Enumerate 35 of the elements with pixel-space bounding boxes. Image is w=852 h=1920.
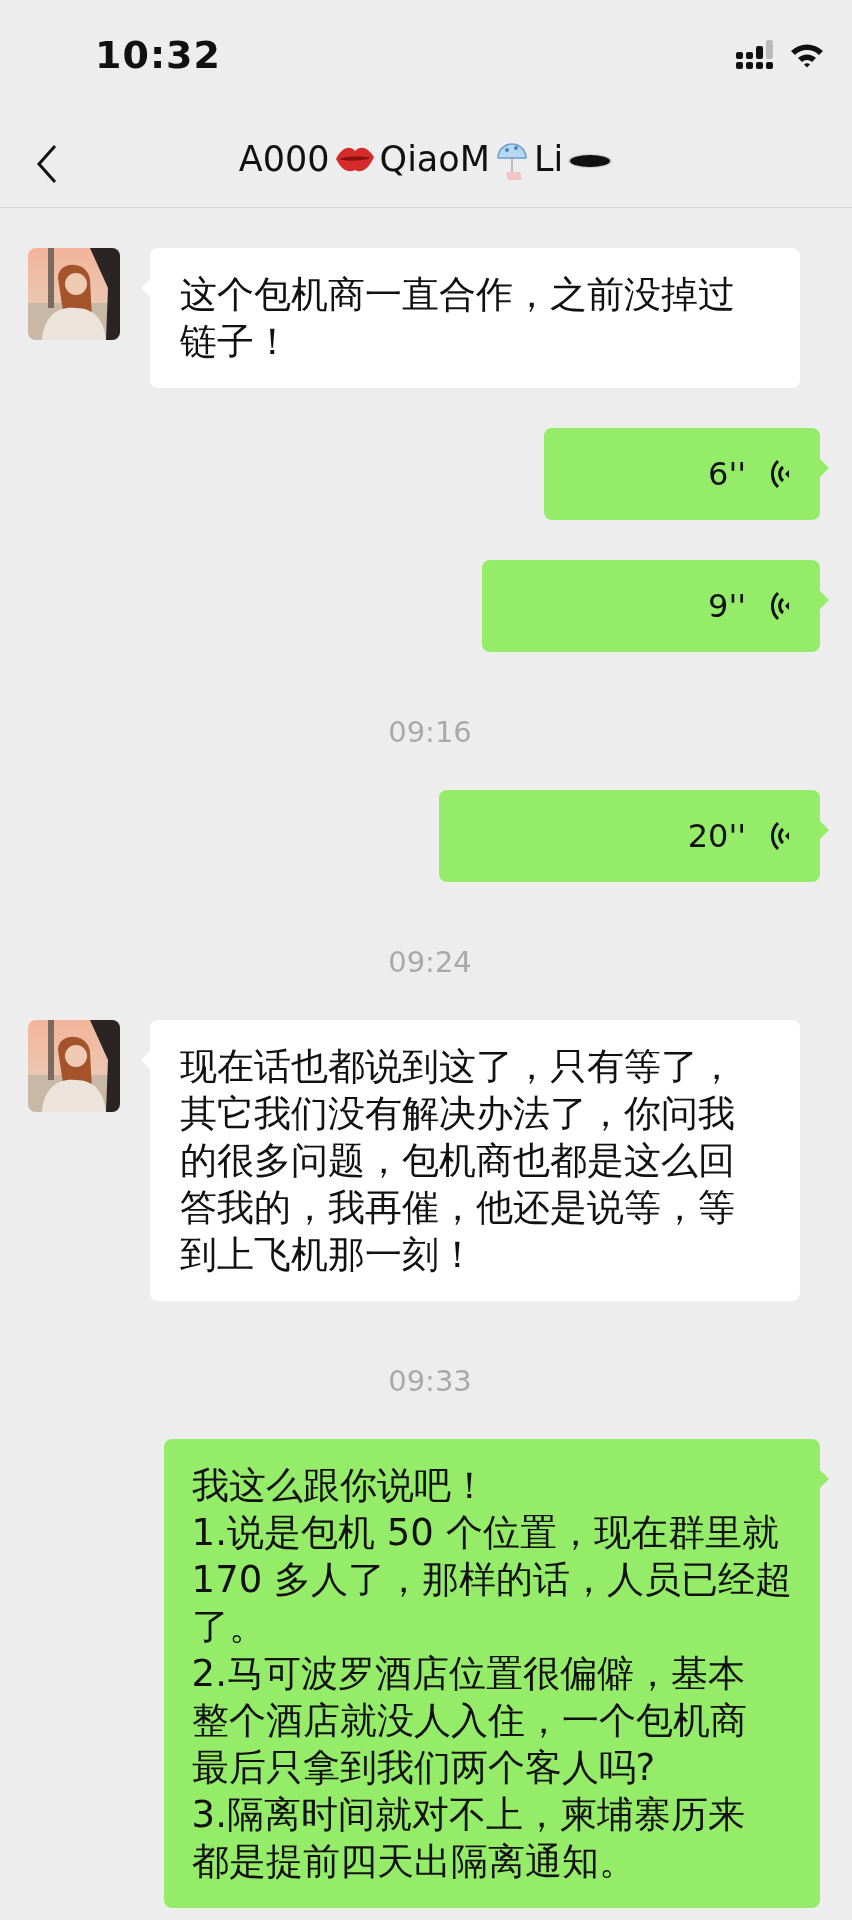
chat-title: Li <box>533 138 564 179</box>
message-text: 到上飞机那一刻！ <box>180 1232 477 1278</box>
signal-icon <box>736 40 776 70</box>
wifi-icon <box>790 42 824 68</box>
voice-message[interactable]: 6'' <box>543 428 830 520</box>
message-text: 的很多问题，包机商也都是这么回 <box>180 1138 736 1184</box>
voice-message[interactable]: 20'' <box>439 790 830 882</box>
message-text: 整个酒店就没人入住，一个包机商 <box>191 1698 748 1744</box>
voice-wave-icon <box>768 819 790 853</box>
message-text: 答我的，我再催，他还是说等，等 <box>180 1185 736 1231</box>
message-text: 这个包机商一直合作，之前没掉过 <box>180 272 736 318</box>
status-time: 10:32 <box>95 33 221 77</box>
chat-title: QiaoM <box>379 138 490 179</box>
message-text: 最后只拿到我们两个客人吗? <box>191 1745 657 1791</box>
voice-wave-icon <box>768 457 790 491</box>
message-text: 我这么跟你说吧！ <box>191 1463 489 1509</box>
message-text: 其它我们没有解决办法了，你问我 <box>180 1091 736 1137</box>
message-text: 都是提前四天出隔离通知。 <box>191 1839 637 1885</box>
voice-message[interactable]: 9'' <box>481 560 830 652</box>
timestamp: 09:33 <box>388 1363 472 1399</box>
message-text: 2.马可波罗酒店位置很偏僻，基本 <box>191 1651 746 1697</box>
message-text: 3.隔离时间就对不上，柬埔寨历来 <box>191 1792 746 1838</box>
bubble-tail <box>819 1469 830 1489</box>
chat-title: A000 <box>238 138 330 179</box>
message-text: 了。 <box>191 1604 267 1650</box>
bubble-tail <box>819 458 830 478</box>
message-text: 现在话也都说到这了，只有等了， <box>180 1044 736 1090</box>
timestamp: 09:24 <box>388 944 472 980</box>
voice-wave-icon <box>768 589 790 623</box>
message-text: 170 多人了，那样的话，人员已经超 <box>191 1557 792 1603</box>
bubble-tail <box>819 590 830 610</box>
bubble-tail <box>819 820 830 840</box>
timestamp: 09:16 <box>388 714 472 750</box>
message-text: 链子！ <box>180 319 292 365</box>
message-text: 1.说是包机 50 个位置，现在群里就 <box>191 1510 780 1556</box>
